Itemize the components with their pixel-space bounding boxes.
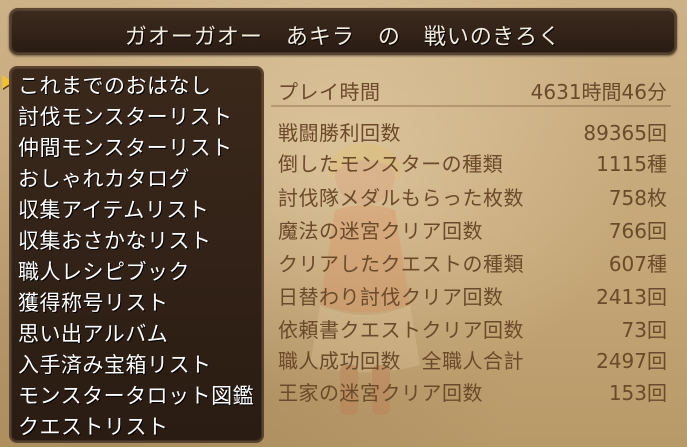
window-title: ガオーガオー あキラ の 戦いのきろく (124, 25, 562, 50)
menu-item-recipe-book[interactable]: 職人レシピブック (18, 256, 190, 286)
menu-item-story[interactable]: これまでのおはなし (18, 70, 212, 100)
stat-value: 758枚 (608, 186, 667, 210)
menu-item-defeated-monsters[interactable]: 討伐モンスターリスト (18, 101, 233, 131)
playtime-label: プレイ時間 (278, 80, 381, 104)
menu-item-fashion-catalog[interactable]: おしゃれカタログ (18, 163, 190, 193)
stat-value: 153回 (608, 381, 667, 405)
stat-value: 1115種 (596, 152, 667, 176)
stat-value: 607種 (608, 252, 667, 276)
stat-value: 766回 (608, 219, 667, 243)
stat-value: 89365回 (583, 121, 667, 145)
menu-item-collected-fish[interactable]: 収集おさかなリスト (18, 225, 212, 255)
stat-label: 戦闘勝利回数 (278, 121, 401, 145)
stat-label: 魔法の迷宮クリア回数 (278, 219, 483, 243)
menu-item-quest-list[interactable]: クエストリスト (18, 411, 169, 441)
stat-label: 職人成功回数 全職人合計 (278, 349, 524, 373)
menu-item-ally-monsters[interactable]: 仲間モンスターリスト (18, 132, 233, 162)
stat-label: 依頼書クエストクリア回数 (278, 318, 524, 342)
menu-item-collected-items[interactable]: 収集アイテムリスト (18, 194, 209, 224)
menu-item-treasure-chests[interactable]: 入手済み宝箱リスト (18, 349, 212, 379)
menu-item-tarot[interactable]: モンスタータロット図鑑 (18, 380, 254, 410)
stat-label: 王家の迷宮クリア回数 (278, 381, 483, 405)
stat-value: 73回 (621, 318, 667, 342)
stat-label: 倒したモンスターの種類 (278, 152, 504, 176)
stat-label: 日替わり討伐クリア回数 (278, 285, 504, 309)
playtime-value: 4631時間46分 (530, 80, 667, 104)
stat-value: 2413回 (596, 285, 667, 309)
menu-item-titles[interactable]: 獲得称号リスト (18, 287, 169, 317)
stat-label: 討伐隊メダルもらった枚数 (278, 186, 524, 210)
stat-label: クリアしたクエストの種類 (278, 252, 524, 276)
title-bar: ガオーガオー あキラ の 戦いのきろく (9, 8, 677, 55)
stat-value: 2497回 (596, 349, 667, 373)
menu-item-album[interactable]: 思い出アルバム (18, 318, 168, 348)
